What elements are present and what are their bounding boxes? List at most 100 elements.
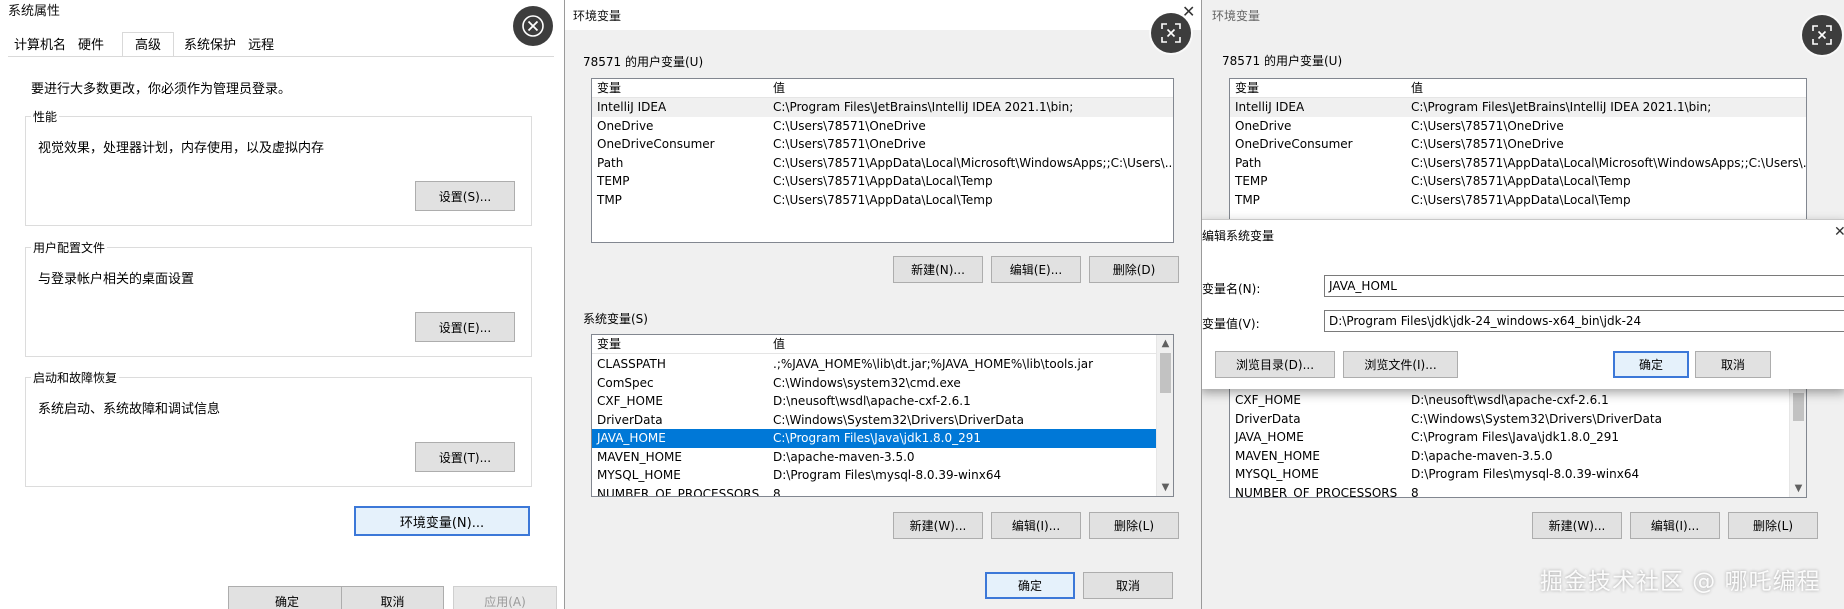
tab-remote[interactable]: 远程 (242, 34, 280, 56)
table-row[interactable]: NUMBER_OF_PROCESSORS 8 (1230, 484, 1789, 498)
user-profiles-settings-button[interactable]: 设置(E)... (415, 312, 515, 342)
row-name: Path (1235, 155, 1262, 170)
table-row[interactable]: Path C:\Users\78571\AppData\Local\Microso… (592, 154, 1173, 173)
table-row[interactable]: MAVEN_HOME D:\apache-maven-3.5.0 (1230, 447, 1789, 466)
row-value: C:\Program Files\JetBrains\IntelliJ IDEA… (1411, 100, 1712, 114)
row-value: D:\neusoft\wsdl\apache-cxf-2.6.1 (773, 394, 971, 408)
startup-recovery-settings-button[interactable]: 设置(T)... (415, 442, 515, 472)
system-edit-button[interactable]: 编辑(I)... (1630, 512, 1720, 539)
cancel-button[interactable]: 取消 (1083, 572, 1173, 599)
column-value[interactable]: 值 (768, 335, 1173, 353)
row-value: C:\Users\78571\OneDrive (1411, 137, 1564, 151)
scroll-thumb[interactable] (1793, 393, 1804, 421)
ok-button[interactable]: 确定 (985, 572, 1075, 599)
table-row[interactable]: TMP C:\Users\78571\AppData\Local\Temp (592, 191, 1173, 210)
close-icon[interactable]: ✕ (1834, 224, 1844, 240)
user-new-button[interactable]: 新建(N)... (893, 256, 983, 283)
ok-button[interactable]: 确定 (1613, 351, 1689, 378)
table-row[interactable]: DriverData C:\Windows\System32\Drivers\Dr… (592, 411, 1156, 430)
system-edit-button[interactable]: 编辑(I)... (991, 512, 1081, 539)
close-icon[interactable] (513, 6, 553, 46)
row-value: C:\Users\78571\AppData\Local\Temp (1411, 174, 1631, 188)
tab-advanced[interactable]: 高级 (122, 32, 175, 56)
table-row[interactable]: ComSpec C:\Windows\system32\cmd.exe (592, 374, 1156, 393)
system-new-button[interactable]: 新建(W)... (1532, 512, 1622, 539)
user-profiles-group: 用户配置文件 与登录帐户相关的桌面设置 设置(E)... (25, 239, 532, 357)
row-name: DriverData (1235, 411, 1301, 426)
performance-settings-button[interactable]: 设置(S)... (415, 181, 515, 211)
variable-name-input[interactable]: JAVA_HOML (1324, 275, 1844, 297)
startup-recovery-group: 启动和故障恢复 系统启动、系统故障和调试信息 设置(T)... (25, 369, 532, 487)
variable-value-label: 变量值(V): (1202, 317, 1260, 331)
table-row[interactable]: JAVA_HOME C:\Program Files\Java\jdk1.8.0_… (1230, 428, 1789, 447)
tab-hardware[interactable]: 硬件 (72, 34, 110, 56)
table-row[interactable]: MYSQL_HOME D:\Program Files\mysql-8.0.39-… (1230, 465, 1789, 484)
column-value[interactable]: 值 (768, 79, 1173, 97)
variable-value-input[interactable]: D:\Program Files\jdk\jdk-24_windows-x64_… (1324, 310, 1844, 332)
table-row[interactable]: DriverData C:\Windows\System32\Drivers\Dr… (1230, 410, 1789, 429)
row-value: C:\Program Files\Java\jdk1.8.0_291 (1411, 430, 1620, 444)
zoom-fit-icon[interactable] (1802, 15, 1842, 55)
scroll-down-icon[interactable]: ▼ (1790, 480, 1806, 497)
cancel-button[interactable]: 取消 (1695, 351, 1771, 378)
ok-button[interactable]: 确定 (228, 586, 346, 609)
table-row[interactable]: CXF_HOME D:\neusoft\wsdl\apache-cxf-2.6.1 (592, 392, 1156, 411)
environment-variables-window-2: 环境变量 78571 的用户变量(U) 变量 值 IntelliJ IDEA C:… (1202, 0, 1844, 609)
tab-system-protection[interactable]: 系统保护 (178, 34, 242, 56)
table-row[interactable]: TEMP C:\Users\78571\AppData\Local\Temp (592, 172, 1173, 191)
table-row[interactable]: CLASSPATH .;%JAVA_HOME%\lib\dt.jar;%JAVA_… (592, 355, 1156, 374)
row-name: Path (597, 155, 624, 170)
startup-recovery-text: 系统启动、系统故障和调试信息 (38, 402, 221, 417)
scroll-up-icon[interactable]: ▲ (1157, 335, 1173, 352)
row-value: C:\Users\78571\OneDrive (773, 137, 926, 151)
row-value: 8 (1411, 485, 1419, 498)
row-value: C:\Users\78571\AppData\Local\Microsoft\W… (773, 155, 1173, 170)
table-row[interactable]: TEMP C:\Users\78571\AppData\Local\Temp (1230, 172, 1806, 191)
table-row[interactable]: OneDrive C:\Users\78571\OneDrive (592, 117, 1173, 136)
system-variables-list[interactable]: CXF_HOME D:\neusoft\wsdl\apache-cxf-2.6.1… (1229, 382, 1807, 498)
user-variables-list[interactable]: 变量 值 IntelliJ IDEA C:\Program Files\JetBr… (1229, 78, 1807, 228)
performance-text: 视觉效果，处理器计划，内存使用，以及虚拟内存 (38, 141, 325, 156)
table-row[interactable]: MYSQL_HOME D:\Program Files\mysql-8.0.39-… (592, 466, 1156, 485)
user-profiles-legend: 用户配置文件 (31, 239, 108, 256)
table-row[interactable]: Path C:\Users\78571\AppData\Local\Microso… (1230, 154, 1806, 173)
table-row[interactable]: IntelliJ IDEA C:\Program Files\JetBrains\… (592, 98, 1173, 117)
row-value: D:\apache-maven-3.5.0 (1411, 448, 1553, 463)
browse-file-button[interactable]: 浏览文件(I)... (1343, 351, 1458, 378)
environment-variables-button[interactable]: 环境变量(N)... (354, 506, 530, 536)
row-name: MAVEN_HOME (1235, 448, 1320, 463)
vertical-scrollbar[interactable]: ▲ ▼ (1156, 335, 1173, 496)
cancel-button[interactable]: 取消 (341, 586, 444, 609)
column-variable[interactable]: 变量 (1230, 79, 1406, 97)
system-delete-button[interactable]: 删除(L) (1728, 512, 1818, 539)
table-row[interactable]: OneDriveConsumer C:\Users\78571\OneDrive (592, 135, 1173, 154)
browse-directory-button[interactable]: 浏览目录(D)... (1215, 351, 1335, 378)
scroll-down-icon[interactable]: ▼ (1157, 479, 1173, 496)
row-name: OneDrive (1235, 118, 1292, 133)
user-edit-button[interactable]: 编辑(E)... (991, 256, 1081, 283)
column-variable[interactable]: 变量 (592, 79, 768, 97)
system-variables-list[interactable]: 变量 值 CLASSPATH .;%JAVA_HOME%\lib\dt.jar;%… (591, 334, 1174, 497)
list-header: 变量 值 (592, 335, 1173, 354)
table-row[interactable]: MAVEN_HOME D:\apache-maven-3.5.0 (592, 448, 1156, 467)
system-delete-button[interactable]: 删除(L) (1089, 512, 1179, 539)
table-row[interactable]: CXF_HOME D:\neusoft\wsdl\apache-cxf-2.6.1 (1230, 391, 1789, 410)
table-row[interactable]: OneDriveConsumer C:\Users\78571\OneDrive (1230, 135, 1806, 154)
tab-computer-name[interactable]: 计算机名 (8, 34, 72, 56)
table-row-selected[interactable]: JAVA_HOME C:\Program Files\Java\jdk1.8.0_… (592, 429, 1156, 448)
column-variable[interactable]: 变量 (592, 335, 768, 353)
user-delete-button[interactable]: 删除(D) (1089, 256, 1179, 283)
row-name: CXF_HOME (597, 394, 663, 408)
vertical-scrollbar[interactable]: ▼ (1789, 383, 1806, 497)
table-row[interactable]: IntelliJ IDEA C:\Program Files\JetBrains\… (1230, 98, 1806, 117)
column-value[interactable]: 值 (1406, 79, 1806, 97)
table-row[interactable]: NUMBER_OF_PROCESSORS 8 (592, 485, 1156, 497)
zoom-fit-icon[interactable] (1151, 13, 1191, 53)
environment-variables-window: 环境变量 ✕ 78571 的用户变量(U) 变量 值 IntelliJ IDEA… (565, 0, 1202, 609)
user-variables-list[interactable]: 变量 值 IntelliJ IDEA C:\Program Files\JetBr… (591, 78, 1174, 243)
row-name: TMP (597, 192, 622, 207)
scroll-thumb[interactable] (1160, 353, 1171, 393)
table-row[interactable]: OneDrive C:\Users\78571\OneDrive (1230, 117, 1806, 136)
system-new-button[interactable]: 新建(W)... (893, 512, 983, 539)
table-row[interactable]: TMP C:\Users\78571\AppData\Local\Temp (1230, 191, 1806, 210)
